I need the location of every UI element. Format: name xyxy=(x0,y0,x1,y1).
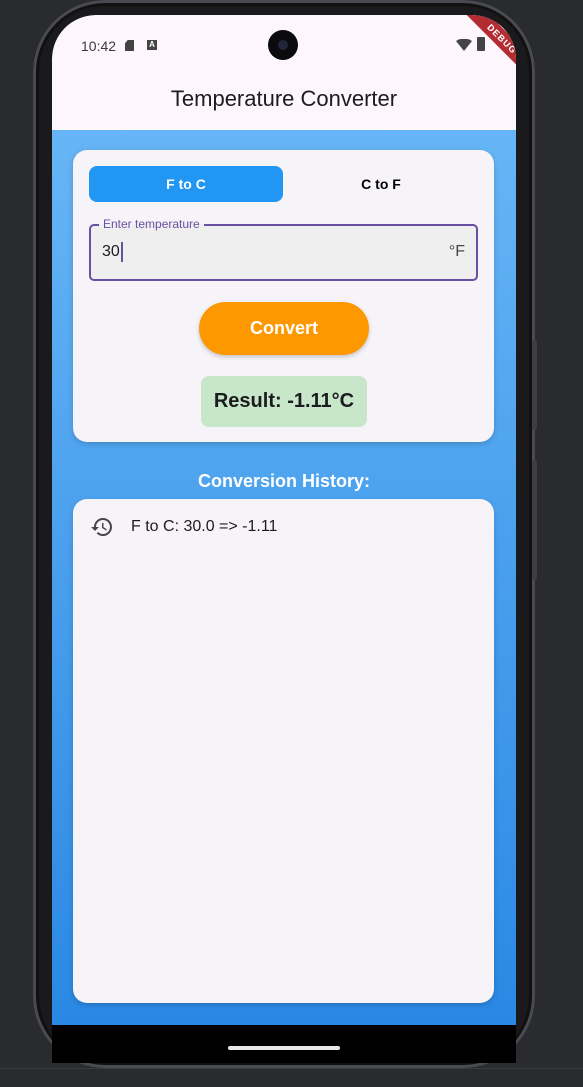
temperature-unit-suffix: °F xyxy=(448,243,465,260)
history-icon xyxy=(91,518,112,536)
emulator-bottom-bar xyxy=(0,1068,583,1087)
home-indicator[interactable] xyxy=(228,1046,340,1050)
temperature-input-label: Enter temperature xyxy=(99,217,204,231)
power-button xyxy=(532,340,537,430)
app-root: 10:42 A DEBUG Temperature Converter F to… xyxy=(52,15,516,1025)
battery-icon xyxy=(477,37,485,51)
front-camera xyxy=(268,30,298,60)
history-list-item[interactable]: F to C: 30.0 => -1.11 xyxy=(73,511,494,543)
history-title: Conversion History: xyxy=(197,471,371,491)
history-list: F to C: 30.0 => -1.11 xyxy=(73,499,494,1003)
mode-c-to-f-button[interactable]: C to F xyxy=(284,166,478,202)
wifi-icon xyxy=(456,39,472,51)
sd-card-icon xyxy=(125,40,134,51)
converter-card: F to C C to F Enter temperature 30 °F Co… xyxy=(73,150,494,442)
volume-button xyxy=(532,460,537,580)
temperature-input-value[interactable]: 30 xyxy=(102,242,123,262)
app-bar: 10:42 A DEBUG Temperature Converter xyxy=(52,15,516,130)
system-nav-bar xyxy=(52,1025,516,1063)
phone-screen: 10:42 A DEBUG Temperature Converter F to… xyxy=(52,15,516,1063)
mode-f-to-c-button[interactable]: F to C xyxy=(89,166,283,202)
notification-a-icon: A xyxy=(147,40,157,50)
page-title: Temperature Converter xyxy=(170,86,398,111)
result-display: Result: -1.11°C xyxy=(201,376,367,427)
history-item-text: F to C: 30.0 => -1.11 xyxy=(131,518,278,535)
convert-button[interactable]: Convert xyxy=(199,302,369,355)
temperature-input[interactable]: Enter temperature 30 °F xyxy=(89,217,478,281)
status-time: 10:42 xyxy=(81,38,117,54)
